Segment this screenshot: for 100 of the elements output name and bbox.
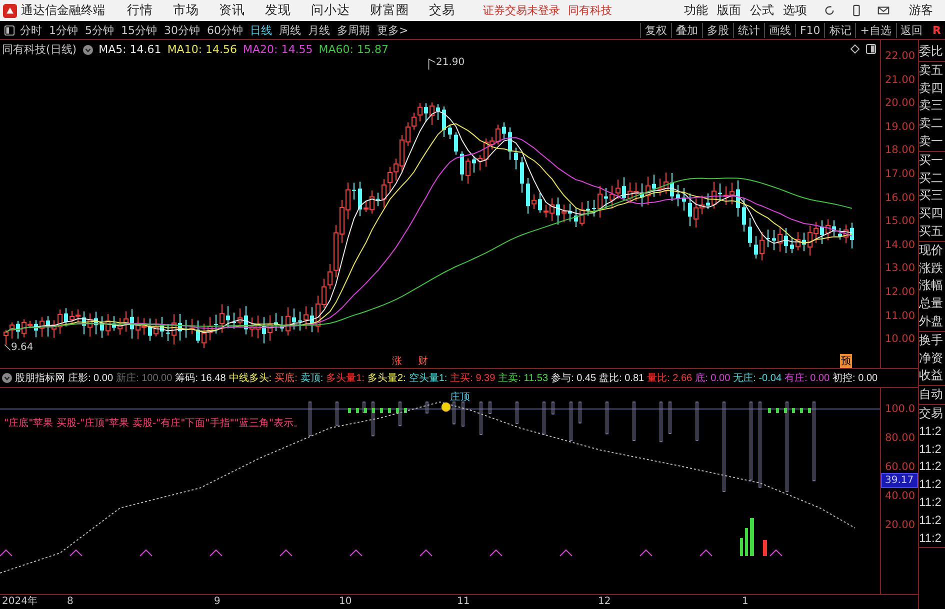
menu-item[interactable]: 公式 xyxy=(750,2,774,19)
axis-tick-label: 10.00 xyxy=(884,332,916,348)
menu-item[interactable]: 行情 xyxy=(127,2,153,19)
period-tab[interactable]: 多周期 xyxy=(337,22,370,38)
period-tab[interactable]: 1分钟 xyxy=(49,22,78,38)
diamond-icon[interactable] xyxy=(850,44,860,54)
menu-item[interactable]: 资讯 xyxy=(219,2,245,19)
quote-label: 买四 xyxy=(919,205,944,222)
quote-label: 卖二 xyxy=(919,115,944,132)
quote-label: 现价 xyxy=(919,242,944,259)
menu-item[interactable]: 财富圈 xyxy=(370,2,409,19)
period-tab[interactable]: 30分钟 xyxy=(164,22,200,38)
dropdown-icon[interactable] xyxy=(2,373,12,384)
menu-item[interactable]: 选项 xyxy=(783,2,807,19)
menu-item[interactable]: 问小达 xyxy=(311,2,350,19)
user-label[interactable]: 游客 xyxy=(909,2,933,19)
toolbar-button[interactable]: 返回 xyxy=(896,22,927,38)
axis-tick-label: 16.00 xyxy=(884,190,916,206)
quote-label: 11:2 xyxy=(919,476,942,494)
period-tab[interactable]: 分时 xyxy=(20,22,42,38)
more-menu[interactable]: 更多> xyxy=(377,22,408,38)
ma-value: MA10: 14.56 xyxy=(167,43,238,56)
panel-toggle-icon[interactable] xyxy=(4,24,15,36)
signal-note: "庄底"苹果 买股-"庄顶"苹果 卖股-"有庄"下面"手指""蓝三角"表示。 xyxy=(4,416,304,430)
indicator-value: 主卖: 11.53 xyxy=(498,372,548,386)
toolbar-button[interactable]: +自选 xyxy=(855,22,896,38)
indicator-value: 参与: 0.45 xyxy=(551,372,596,386)
login-notice[interactable]: 证券交易未登录 xyxy=(483,3,560,18)
axis-tick-label: 80.00 xyxy=(884,432,916,444)
stock-link[interactable]: 同有科技 xyxy=(568,3,612,18)
quote-label: 换手 xyxy=(919,332,944,349)
indicator-value: 无庄: -0.04 xyxy=(733,372,782,386)
menu-item[interactable]: 功能 xyxy=(684,2,708,19)
app-name: 通达信金融终端 xyxy=(21,2,105,19)
toolbar-button[interactable]: F10 xyxy=(794,24,824,36)
low-marker-icon xyxy=(4,344,11,351)
low-price-label: 9.64 xyxy=(11,342,34,353)
indicator-value: 多头量2: xyxy=(367,372,406,386)
menu-item[interactable]: 版面 xyxy=(717,2,741,19)
axis-tick-label: 17.00 xyxy=(884,166,916,182)
time-axis-label: 1 xyxy=(742,595,748,608)
axis-tick-label: 60.00 xyxy=(884,460,916,473)
period-tab[interactable]: 60分钟 xyxy=(207,22,243,38)
event-marker[interactable]: 预 xyxy=(840,354,852,368)
time-axis-label: 8 xyxy=(67,595,74,608)
quote-label: 11:2 xyxy=(919,512,942,529)
current-value-label: 39.17 xyxy=(881,473,918,488)
phone-icon[interactable] xyxy=(850,4,863,17)
toolbar-button[interactable]: 多股 xyxy=(702,22,733,38)
indicator-value: 卖顶: xyxy=(300,372,324,386)
indicator-value: 有庄: 0.00 xyxy=(784,372,830,386)
indicator-value: 空头量1: xyxy=(408,372,448,386)
indicator-value: 新庄: 100.00 xyxy=(116,372,172,386)
period-tab[interactable]: 15分钟 xyxy=(121,22,157,38)
quote-label: 11:2 xyxy=(919,530,942,547)
time-axis-label: 10 xyxy=(339,595,352,608)
indicator-value: 中线多头: xyxy=(228,372,272,386)
axis-tick-label: 22.00 xyxy=(884,49,916,64)
toolbar-button[interactable]: 画线 xyxy=(764,22,795,38)
quote-label: 买三 xyxy=(919,187,944,204)
dropdown-icon[interactable] xyxy=(82,44,93,54)
menu-item[interactable]: 交易 xyxy=(429,2,455,19)
menu-item[interactable]: 发现 xyxy=(265,2,291,19)
period-tab[interactable]: 5分钟 xyxy=(85,22,114,38)
chart-title: 同有科技(日线) xyxy=(2,42,77,57)
event-marker[interactable]: 财 xyxy=(418,354,428,368)
status-letter: R xyxy=(932,24,941,36)
event-marker[interactable]: 涨 xyxy=(392,354,402,368)
quote-label: 总量 xyxy=(919,295,944,312)
refresh-icon[interactable] xyxy=(823,4,836,17)
period-tab[interactable]: 月线 xyxy=(308,22,330,38)
quote-label: 卖三 xyxy=(919,97,944,114)
time-axis-label: 12 xyxy=(598,595,611,608)
toolbar-button[interactable]: 统计 xyxy=(732,22,764,38)
histogram-bars xyxy=(740,518,767,556)
time-axis-label: 2024年 xyxy=(2,595,38,608)
period-tab[interactable]: 日线 xyxy=(250,22,272,38)
toolbar-button[interactable]: 复权 xyxy=(640,22,671,38)
quote-label: 自动 xyxy=(919,386,944,404)
indicator-value: 庄影: 0.00 xyxy=(68,372,114,386)
toolbar-button[interactable]: 标记 xyxy=(824,22,856,38)
app-logo-icon xyxy=(3,4,17,18)
panel-icon[interactable] xyxy=(866,44,876,54)
axis-tick-label: 18.00 xyxy=(884,143,916,158)
indicator-value: 主买: 9.39 xyxy=(450,372,496,386)
mail-icon[interactable] xyxy=(877,4,890,17)
axis-tick-label: 11.00 xyxy=(884,308,916,324)
quote-label: 交易 xyxy=(919,404,944,422)
indicator-value: 底: 0.00 xyxy=(695,372,730,386)
menu-item[interactable]: 市场 xyxy=(173,2,199,19)
period-tab[interactable]: 周线 xyxy=(279,22,301,38)
quote-label: 卖五 xyxy=(919,62,944,79)
indicator-value: 初控: 0.00 xyxy=(832,372,878,386)
quote-label: 涨幅 xyxy=(919,277,944,294)
axis-tick-label: 20.00 xyxy=(884,518,916,531)
indicator-value: 多头量1: xyxy=(326,372,364,386)
axis-tick-label: 13.00 xyxy=(884,261,916,276)
quote-label: 外盘 xyxy=(919,312,944,330)
quote-label: 涨跌 xyxy=(919,260,944,277)
toolbar-button[interactable]: 叠加 xyxy=(670,22,702,38)
